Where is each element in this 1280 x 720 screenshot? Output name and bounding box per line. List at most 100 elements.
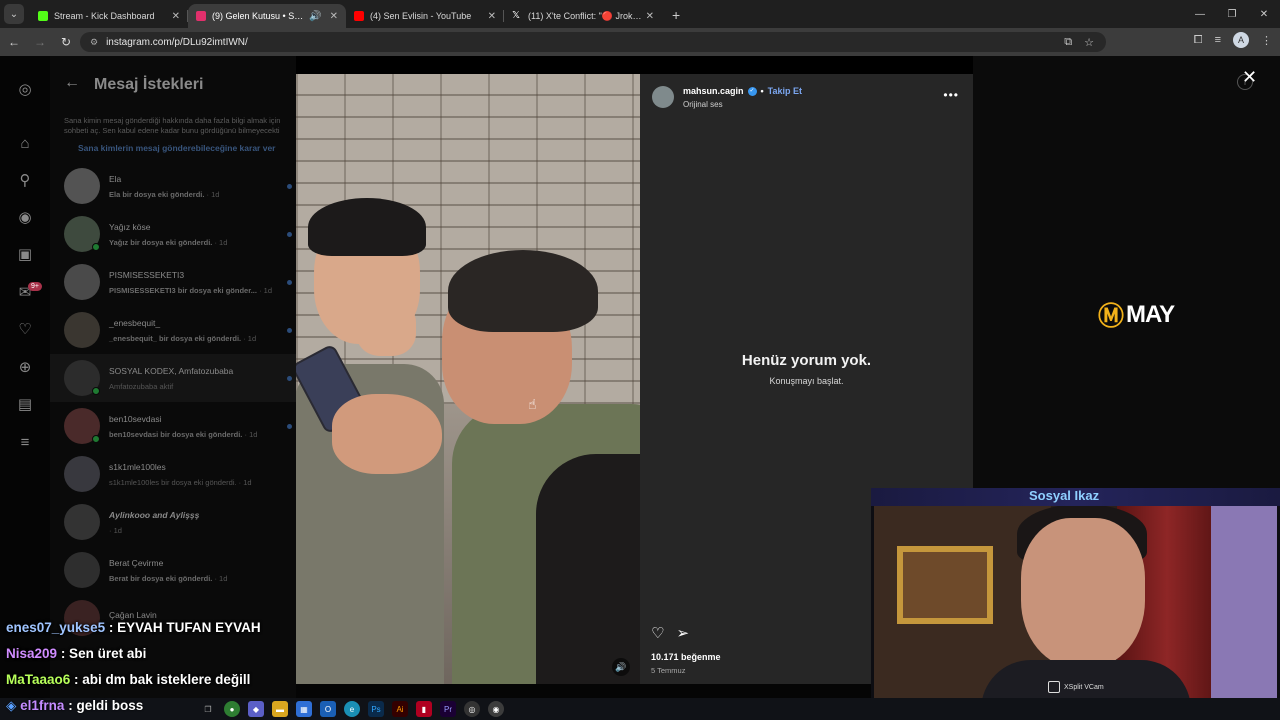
message-preview: ben10sevdasi bir dosya eki gönderdi. · 1… (109, 429, 258, 439)
app-icon[interactable]: ◆ (248, 701, 264, 717)
share-send-icon[interactable]: ➢ (676, 624, 689, 642)
close-window-icon[interactable]: ✕ (1248, 0, 1280, 28)
list-item[interactable]: _enesbequit_ _enesbequit_ bir dosya eki … (50, 306, 296, 354)
avatar (64, 264, 100, 300)
tab-kick-dashboard[interactable]: Stream - Kick Dashboard ✕ (30, 4, 188, 28)
close-tab-icon[interactable]: ✕ (488, 11, 496, 22)
message-preview: Amfatozubaba aktif (109, 381, 174, 391)
back-icon[interactable]: ← (2, 35, 26, 49)
instagram-logo-icon[interactable]: ◎ (16, 80, 34, 98)
close-post-icon[interactable]: ✕ (1242, 67, 1257, 88)
edge-icon[interactable]: e (344, 701, 360, 717)
minimize-icon[interactable]: — (1184, 0, 1216, 28)
chrome-icon[interactable]: ● (224, 701, 240, 717)
post-header: mahsun.cagin ✓ • Takip Et (683, 86, 802, 96)
video-arm (536, 454, 640, 684)
tab-x[interactable]: 𝕏 (11) X'te Conflict: "🔴 Jrokez la ✕ (504, 4, 662, 28)
file-explorer-icon[interactable]: ▬ (272, 701, 288, 717)
avatar (64, 168, 100, 204)
address-bar[interactable]: ⚙ instagram.com/p/DLu92imtIWN/ ⧉ ☆ (80, 32, 1106, 52)
chrome-active-icon[interactable]: ◉ (488, 701, 504, 717)
like-heart-icon[interactable]: ♡ (651, 624, 664, 642)
url-text[interactable]: instagram.com/p/DLu92imtIWN/ (106, 37, 1064, 48)
search-icon[interactable]: ⚲ (16, 171, 34, 189)
message-requests-title: Mesaj İstekleri (94, 76, 204, 93)
task-view-icon[interactable]: ❐ (200, 701, 216, 717)
media-control-icon[interactable]: ≡ (1215, 34, 1221, 46)
xsplit-icon (1048, 681, 1060, 693)
site-info-icon[interactable]: ⚙ (90, 37, 98, 48)
chat-message: ◈ el1frna : geldi boss (6, 698, 144, 713)
post-username[interactable]: mahsun.cagin (683, 86, 744, 96)
list-item[interactable]: s1k1mle100les s1k1mle100les bir dosya ek… (50, 450, 296, 498)
sender-name: Aylinkooo and Aylişşş (109, 509, 200, 520)
reload-icon[interactable]: ↻ (54, 35, 78, 49)
back-arrow-icon[interactable]: ← (64, 74, 80, 92)
app-icon[interactable]: ▮ (416, 701, 432, 717)
window-controls: — ❐ ✕ (1184, 0, 1280, 28)
notifications-heart-icon[interactable]: ♡ (16, 320, 34, 338)
decide-who-can-message-link[interactable]: Sana kimlerin mesaj gönderebileceğine ka… (78, 143, 275, 153)
volume-icon[interactable]: 🔊 (612, 658, 630, 676)
list-item[interactable]: SOSYAL KODEX, Amfatozubaba Amfatozubaba … (50, 354, 296, 402)
forward-icon[interactable]: → (28, 35, 52, 49)
close-tab-icon[interactable]: ✕ (646, 11, 654, 22)
extensions-icon[interactable]: ⧠ (1194, 34, 1203, 47)
store-icon[interactable]: ▦ (296, 701, 312, 717)
premiere-icon[interactable]: Pr (440, 701, 456, 717)
tab-title: (9) Gelen Kutusu • Sohbetle (212, 11, 305, 21)
unread-dot (287, 424, 292, 429)
create-icon[interactable]: ⊕ (16, 358, 34, 376)
browser-menu-icon[interactable]: ⋮ (1261, 34, 1272, 47)
brand-logo: Ⓜ MAY (1098, 296, 1175, 333)
bookmark-star-icon[interactable]: ☆ (1084, 36, 1094, 49)
list-item[interactable]: PISMISESSEKETI3 PISMISESSEKETI3 bir dosy… (50, 258, 296, 306)
message-requests-description: Sana kimin mesaj gönderdiği hakkında dah… (64, 116, 281, 135)
reel-video[interactable]: ☝ 🔊 (296, 74, 640, 684)
xsplit-watermark: XSplit VCam (1048, 681, 1104, 693)
youtube-icon (354, 11, 364, 21)
restore-icon[interactable]: ❐ (1216, 0, 1248, 28)
close-tab-icon[interactable]: ✕ (330, 11, 338, 22)
post-actions: ♡ ➢ (651, 624, 689, 642)
obs-icon[interactable]: ◎ (464, 701, 480, 717)
sender-name: SOSYAL KODEX, Amfatozubaba (109, 365, 234, 376)
browser-toolbar: ← → ↻ ⚙ instagram.com/p/DLu92imtIWN/ ⧉ ☆… (0, 28, 1280, 56)
tab-title: (4) Sen Evlisin - YouTube (370, 11, 472, 21)
profile-avatar[interactable]: A (1233, 32, 1249, 48)
follow-button[interactable]: Takip Et (768, 86, 802, 96)
close-tab-icon[interactable]: ✕ (172, 11, 180, 22)
like-count[interactable]: 10.171 beğenme (651, 652, 721, 662)
webcam-title-bar: Sosyal Ikaz (871, 488, 1280, 506)
tab-title: (11) X'te Conflict: "🔴 Jrokez la (528, 10, 642, 21)
explore-icon[interactable]: ◉ (16, 208, 34, 226)
tab-search-button[interactable]: ⌄ (4, 4, 24, 24)
reels-icon[interactable]: ▣ (16, 245, 34, 263)
dashboard-icon[interactable]: ▤ (16, 395, 34, 413)
more-options-icon[interactable]: ••• (943, 88, 959, 102)
home-icon[interactable]: ⌂ (16, 134, 34, 152)
list-item[interactable]: Ela Ela bir dosya eki gönderdi. · 1d (50, 162, 296, 210)
avatar[interactable] (652, 86, 674, 108)
tab-instagram-inbox[interactable]: (9) Gelen Kutusu • Sohbetle 🔊 ✕ (188, 4, 346, 28)
windows-taskbar: ❐ ● ◆ ▬ ▦ O e Ps Ai ▮ Pr ◎ ◉ (0, 698, 1280, 720)
message-preview: PISMISESSEKETI3 bir dosya eki gönder... … (109, 285, 272, 295)
unread-dot (287, 328, 292, 333)
illustrator-icon[interactable]: Ai (392, 701, 408, 717)
tab-youtube[interactable]: (4) Sen Evlisin - YouTube ✕ (346, 4, 504, 28)
sender-name: Yağız köse (109, 221, 151, 232)
outlook-icon[interactable]: O (320, 701, 336, 717)
speaker-icon[interactable]: 🔊 (309, 11, 321, 22)
list-item[interactable]: Berat Çevirme Berat bir dosya eki gönder… (50, 546, 296, 594)
install-app-icon[interactable]: ⧉ (1064, 36, 1072, 49)
original-audio-link[interactable]: Orijinal ses (683, 100, 723, 109)
tab-title: Stream - Kick Dashboard (54, 11, 155, 21)
avatar (64, 216, 100, 252)
more-menu-icon[interactable]: ≡ (16, 433, 34, 451)
list-item[interactable]: Yağız köse Yağız bir dosya eki gönderdi.… (50, 210, 296, 258)
list-item[interactable]: Aylinkooo and Aylişşş · 1d (50, 498, 296, 546)
new-tab-button[interactable]: + (672, 7, 680, 23)
list-item[interactable]: ben10sevdasi ben10sevdasi bir dosya eki … (50, 402, 296, 450)
photoshop-icon[interactable]: Ps (368, 701, 384, 717)
kick-icon (38, 11, 48, 21)
